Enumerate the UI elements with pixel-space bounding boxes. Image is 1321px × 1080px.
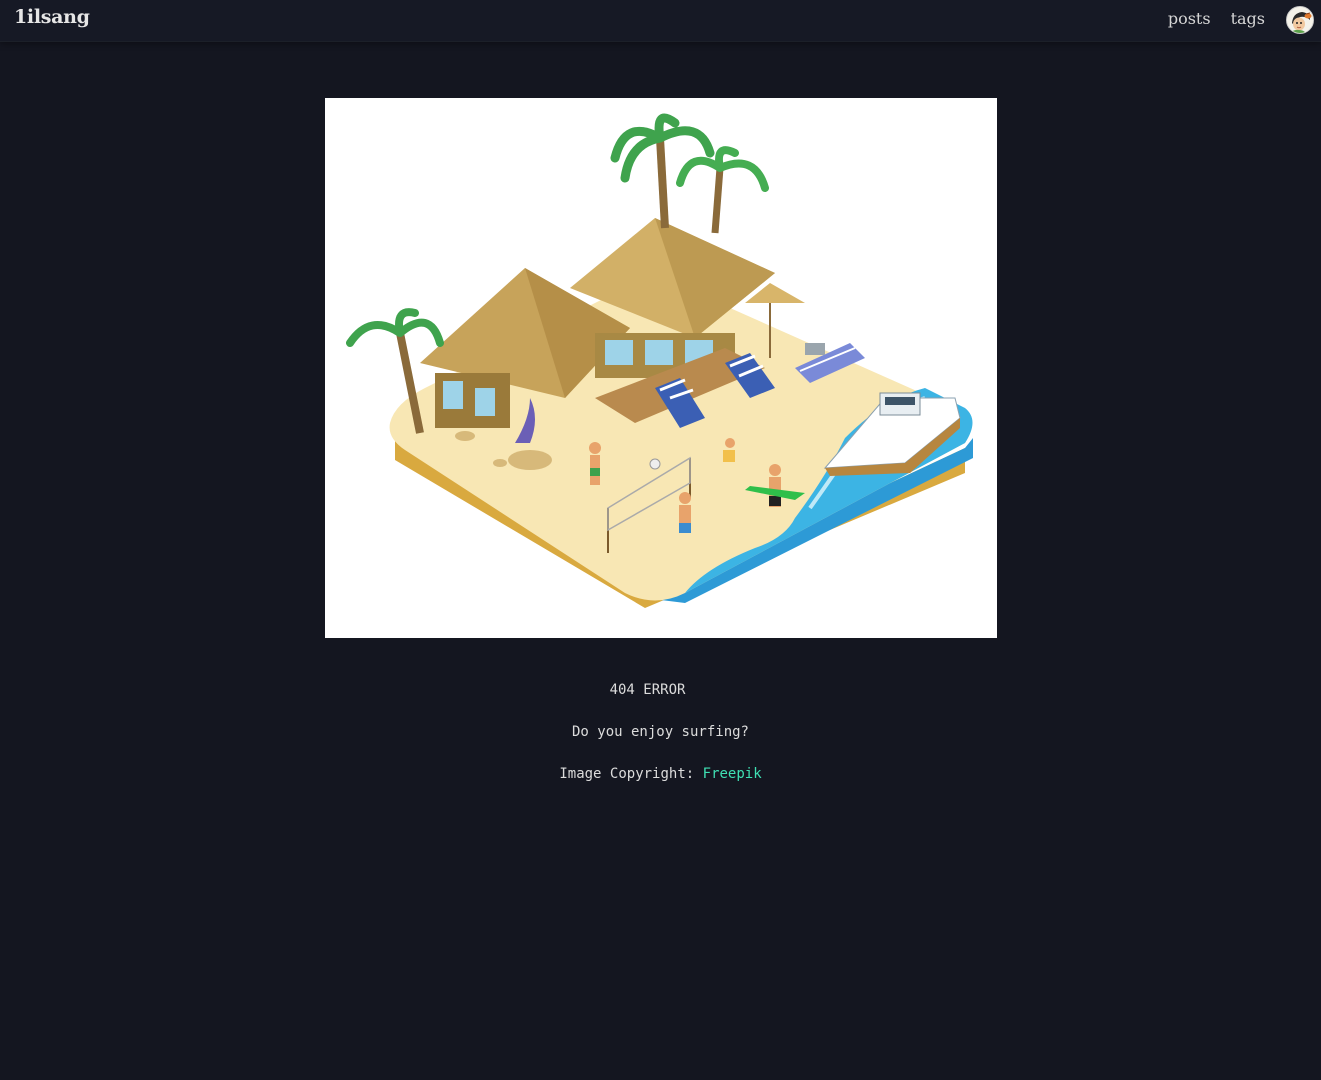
error-title: 404 ERROR xyxy=(609,682,686,698)
freepik-link[interactable]: Freepik xyxy=(703,766,762,782)
avatar-icon xyxy=(1287,7,1313,33)
image-copyright: Image Copyright: Freepik xyxy=(0,766,1321,782)
avatar[interactable] xyxy=(1286,6,1314,34)
site-logo[interactable]: 1ilsang xyxy=(14,6,90,28)
beach-scene-image xyxy=(346,113,973,608)
nav-links: posts tags xyxy=(1168,9,1265,28)
top-navbar: 1ilsang posts tags xyxy=(0,0,1321,42)
copyright-label: Image Copyright: xyxy=(559,766,695,782)
beach-illustration xyxy=(325,98,997,638)
error-message: Do you enjoy surfing? xyxy=(571,724,749,740)
nav-link-tags[interactable]: tags xyxy=(1231,9,1265,28)
nav-link-posts[interactable]: posts xyxy=(1168,9,1211,28)
